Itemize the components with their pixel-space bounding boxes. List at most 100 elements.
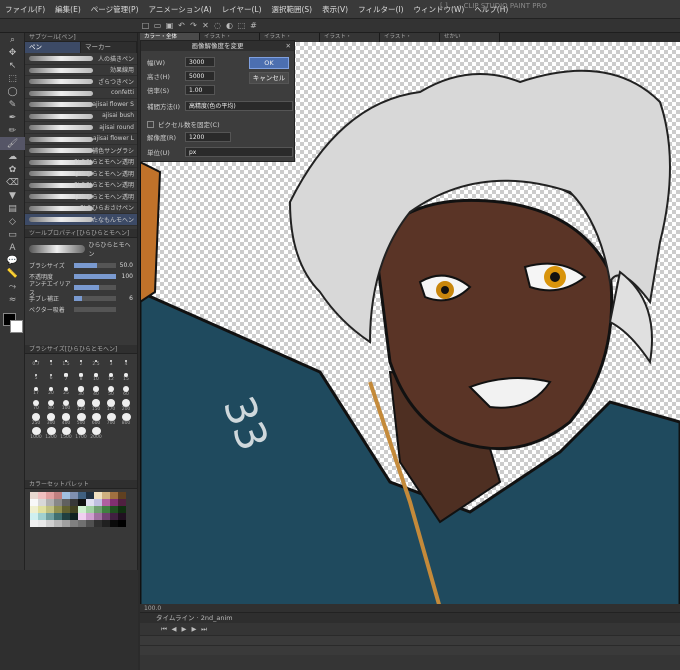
brush-item[interactable]: ajisai round [25, 122, 137, 134]
brush-item[interactable]: たなもんモヘン [25, 214, 137, 226]
color-swatch[interactable] [78, 492, 86, 499]
brush-item[interactable]: ajisai flower S [25, 99, 137, 111]
brush-item[interactable]: ひらひらとモヘン透明 [25, 157, 137, 168]
color-swatch[interactable] [30, 492, 38, 499]
brush-size-item[interactable]: 5 [29, 371, 43, 384]
brush-item[interactable]: 補色サングラシ [25, 145, 137, 157]
property-slider[interactable] [74, 307, 116, 312]
color-swatch[interactable] [38, 520, 46, 527]
first-frame-icon[interactable]: ⏮ [160, 625, 168, 633]
brush-item[interactable]: ひらひらとモヘン透明 [25, 168, 137, 180]
color-swatch[interactable] [46, 513, 54, 520]
brush-size-item[interactable]: 70 [29, 399, 43, 412]
figure-tool-icon[interactable]: ◇ [0, 215, 25, 228]
airbrush-tool-icon[interactable]: ☁ [0, 150, 25, 163]
color-swatch[interactable] [102, 499, 110, 506]
save-icon[interactable]: ▣ [164, 20, 175, 31]
new-icon[interactable]: □ [140, 20, 151, 31]
color-swatch[interactable] [54, 520, 62, 527]
timeline-track-row[interactable] [140, 635, 680, 645]
color-swatch[interactable] [94, 520, 102, 527]
correct-tool-icon[interactable]: ⤳ [0, 280, 25, 293]
property-slider[interactable] [74, 285, 116, 290]
brush-tool-icon[interactable]: 🖌 [0, 137, 25, 150]
brush-size-item[interactable]: 25 [59, 385, 73, 398]
color-swatch[interactable] [38, 499, 46, 506]
menu-item[interactable]: レイヤー(L) [217, 4, 267, 15]
tab-pen[interactable]: ペン [25, 42, 81, 53]
dpi-field[interactable]: 1200 [185, 132, 231, 142]
pen-tool-icon[interactable]: ✒ [0, 111, 25, 124]
brush-size-item[interactable]: 15 [119, 371, 133, 384]
redo-icon[interactable]: ↷ [188, 20, 199, 31]
property-slider[interactable] [74, 296, 116, 301]
color-swatch[interactable] [110, 492, 118, 499]
color-swatch[interactable] [54, 513, 62, 520]
color-swatch[interactable] [30, 506, 38, 513]
color-swatch[interactable] [102, 513, 110, 520]
ok-button[interactable]: OK [249, 57, 289, 69]
color-swatch[interactable] [30, 499, 38, 506]
brush-item[interactable]: ひらひらおさけペン [25, 203, 137, 214]
brush-size-item[interactable]: 20 [44, 385, 58, 398]
color-swatch[interactable] [110, 513, 118, 520]
zoom-readout[interactable]: 100.0 [144, 605, 161, 612]
color-swatch[interactable] [38, 492, 46, 499]
fill-tool-icon[interactable]: ▼ [0, 189, 25, 202]
property-value[interactable]: 50.0 [119, 262, 133, 269]
brush-item[interactable]: 効果線用 [25, 65, 137, 76]
color-swatch[interactable] [86, 513, 94, 520]
brush-size-item[interactable]: 1 [44, 357, 58, 370]
eraser-tool-icon[interactable]: ⌫ [0, 176, 25, 189]
brush-size-item[interactable]: 250 [29, 413, 43, 426]
color-swatch[interactable] [62, 520, 70, 527]
balloon-tool-icon[interactable]: 💬 [0, 254, 25, 267]
brush-size-item[interactable]: 10 [89, 371, 103, 384]
property-value[interactable]: 6 [119, 295, 133, 302]
brush-size-item[interactable]: 3 [104, 357, 118, 370]
brush-size-item[interactable]: 1.5 [59, 357, 73, 370]
eyedropper-tool-icon[interactable]: ✎ [0, 98, 25, 111]
color-swatch[interactable] [102, 520, 110, 527]
scale-field[interactable]: 1.00 [185, 85, 215, 95]
brush-size-item[interactable]: 60 [119, 385, 133, 398]
color-swatch[interactable] [78, 506, 86, 513]
color-swatch[interactable] [38, 513, 46, 520]
blend-tool-icon[interactable]: ≈ [0, 293, 25, 306]
color-swatch[interactable] [110, 499, 118, 506]
brush-item[interactable]: confetti [25, 88, 137, 99]
brush-size-item[interactable]: 1500 [59, 427, 73, 440]
width-field[interactable]: 3000 [185, 57, 215, 67]
transform-icon[interactable]: ⬚ [236, 20, 247, 31]
color-swatch[interactable] [62, 492, 70, 499]
height-field[interactable]: 5000 [185, 71, 215, 81]
clear-icon[interactable]: ✕ [200, 20, 211, 31]
tab-marker[interactable]: マーカー [81, 42, 137, 53]
brush-size-item[interactable]: 17 [29, 385, 43, 398]
brush-size-item[interactable]: 100 [59, 399, 73, 412]
color-swatch[interactable] [94, 499, 102, 506]
brush-size-item[interactable]: 1000 [29, 427, 43, 440]
cancel-button[interactable]: キャンセル [249, 72, 289, 84]
color-swatch[interactable] [94, 506, 102, 513]
operation-tool-icon[interactable]: ↖ [0, 59, 25, 72]
brush-size-item[interactable]: 2 [74, 357, 88, 370]
color-swatch[interactable] [110, 520, 118, 527]
color-swatch[interactable] [78, 520, 86, 527]
brush-item[interactable]: ひらひらとモヘン透明 [25, 180, 137, 191]
brush-size-item[interactable]: 600 [89, 413, 103, 426]
brush-size-item[interactable]: 40 [89, 385, 103, 398]
color-swatch[interactable] [30, 520, 38, 527]
color-swatch[interactable] [110, 506, 118, 513]
brush-size-item[interactable]: 800 [119, 413, 133, 426]
color-swatch[interactable] [118, 520, 126, 527]
menu-item[interactable]: アニメーション(A) [144, 4, 217, 15]
property-value[interactable]: 100 [119, 273, 133, 280]
property-slider[interactable] [74, 274, 116, 279]
last-frame-icon[interactable]: ⏭ [200, 625, 208, 633]
brush-item[interactable]: ajisai flower L [25, 134, 137, 145]
color-swatch[interactable] [102, 492, 110, 499]
color-swatch[interactable] [70, 492, 78, 499]
zoom-tool-icon[interactable]: ⌕ [0, 33, 25, 46]
color-swatch[interactable] [70, 506, 78, 513]
